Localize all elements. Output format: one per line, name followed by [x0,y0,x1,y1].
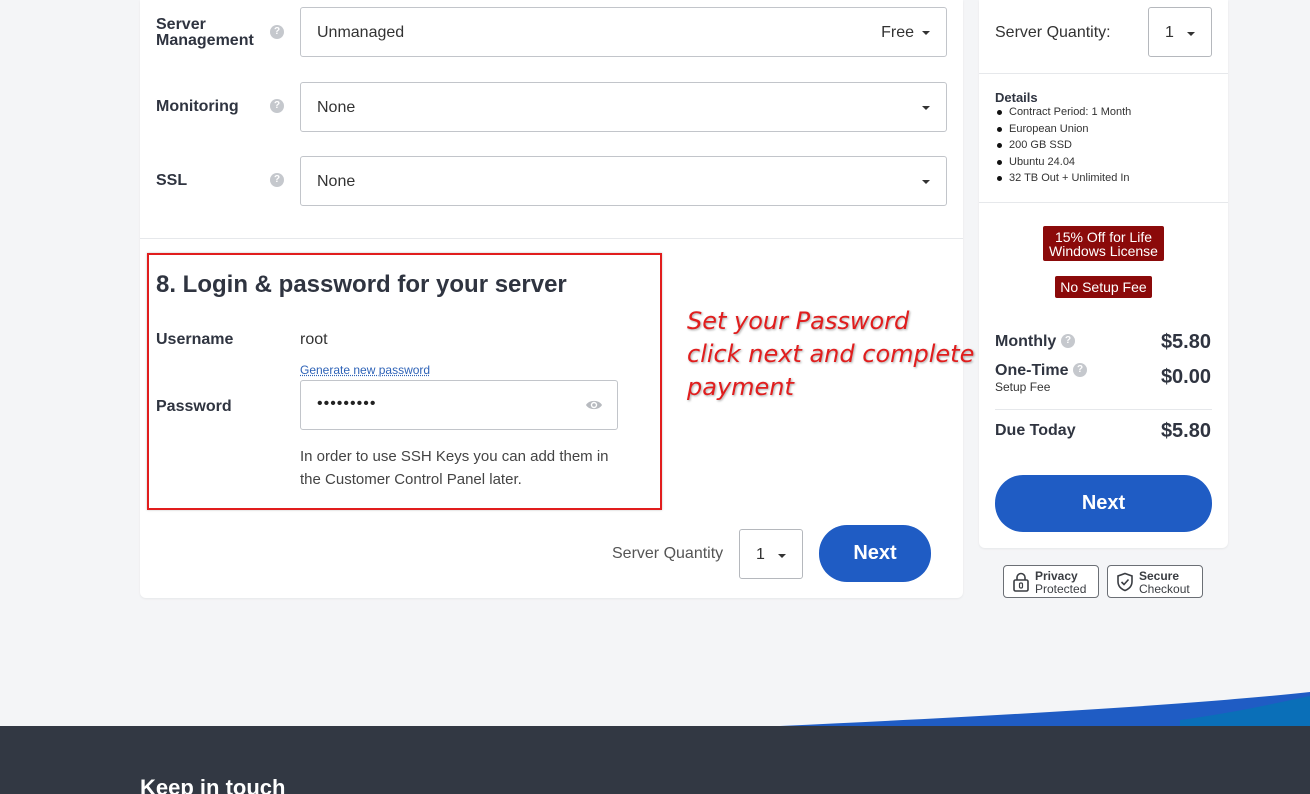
help-icon[interactable]: ? [1061,334,1075,348]
select-value: None [317,173,356,190]
shield-check-icon [1117,572,1133,592]
help-icon[interactable]: ? [270,173,284,187]
promo-line: Windows License [1049,243,1158,259]
annotation-line: Set your Password [687,307,910,335]
select-value: Unmanaged [317,24,405,41]
select-value: None [317,99,356,116]
windows-license-promo-badge: 15% Off for Life Windows License [1043,226,1164,261]
annotation-line: payment [687,373,794,401]
footer-title: Keep in touch [140,775,286,794]
order-summary-card: Server Quantity: 1 Details Contract Peri… [979,0,1228,548]
section-divider [140,238,963,239]
sidebar-divider [979,202,1228,203]
chevron-down-icon [778,554,786,558]
secure-checkout-badge: Secure Checkout [1107,565,1203,598]
chevron-down-icon [922,31,930,35]
monitoring-row: Monitoring ? None [156,82,947,132]
generate-password-link[interactable]: Generate new password [300,363,430,377]
site-footer: Keep in touch [0,726,1310,794]
server-quantity-label: Server Quantity [612,545,724,562]
server-management-row: Server Management ? Unmanaged Free [156,7,947,57]
details-item: 200 GB SSD [995,137,1131,154]
password-label: Password [156,398,232,415]
sidebar-divider [995,409,1212,410]
one-time-label: One-Time [995,362,1069,379]
monthly-label: Monthly [995,333,1057,350]
monitoring-label: Monitoring [156,98,239,115]
due-today-label: Due Today [995,422,1076,439]
username-value: root [300,331,328,348]
chevron-down-icon [1187,32,1195,36]
badge-title: Privacy [1035,569,1078,583]
details-item: European Union [995,121,1131,138]
setup-fee-label: Setup Fee [995,380,1051,394]
next-button[interactable]: Next [819,525,931,582]
password-input[interactable]: ••••••••• [300,380,618,430]
monthly-amount: $5.80 [1160,331,1211,353]
server-management-select[interactable]: Unmanaged Free [300,7,947,57]
quantity-value: 1 [756,546,765,563]
chevron-down-icon [922,106,930,110]
details-item: Ubuntu 24.04 [995,154,1131,171]
ssh-keys-note: In order to use SSH Keys you can add the… [300,448,609,488]
username-label: Username [156,331,234,348]
eye-icon[interactable] [585,398,603,412]
chevron-down-icon [922,180,930,184]
details-title: Details [995,90,1038,105]
help-icon[interactable]: ? [270,99,284,113]
badge-subtitle: Checkout [1139,582,1190,596]
ssl-select[interactable]: None [300,156,947,206]
server-quantity-select[interactable]: 1 [739,529,803,579]
details-item: 32 TB Out + Unlimited In [995,170,1131,187]
lock-icon [1013,572,1029,592]
section-title: 8. Login & password for your server [156,271,567,298]
one-time-amount: $0.00 [1160,366,1211,388]
annotation-line: click next and complete [687,340,975,368]
help-icon[interactable]: ? [270,25,284,39]
ssl-label: SSL [156,172,188,189]
promo-line: 15% Off for Life [1054,229,1152,245]
ssl-row: SSL ? None [156,156,947,206]
no-setup-fee-badge: No Setup Fee [1055,276,1152,298]
privacy-protected-badge: Privacy Protected [1003,565,1099,598]
sidebar-quantity-select[interactable]: 1 [1148,7,1212,57]
annotation-text: Set your Password click next and complet… [687,305,974,404]
select-price: Free [881,24,914,41]
monitoring-select[interactable]: None [300,82,947,132]
badge-title: Secure [1139,569,1180,583]
sidebar-next-button[interactable]: Next [995,475,1212,532]
help-icon[interactable]: ? [1073,363,1087,377]
badge-subtitle: Protected [1035,582,1087,596]
server-management-label: Server Management [156,16,254,49]
details-list: Contract Period: 1 Month European Union … [995,104,1131,187]
footer-wave-decoration [780,692,1310,726]
sidebar-divider [979,73,1228,74]
due-today-amount: $5.80 [1160,420,1211,442]
sidebar-quantity-label: Server Quantity: [995,24,1111,41]
quantity-value: 1 [1165,24,1174,41]
details-item: Contract Period: 1 Month [995,104,1131,121]
password-value: ••••••••• [317,395,377,412]
